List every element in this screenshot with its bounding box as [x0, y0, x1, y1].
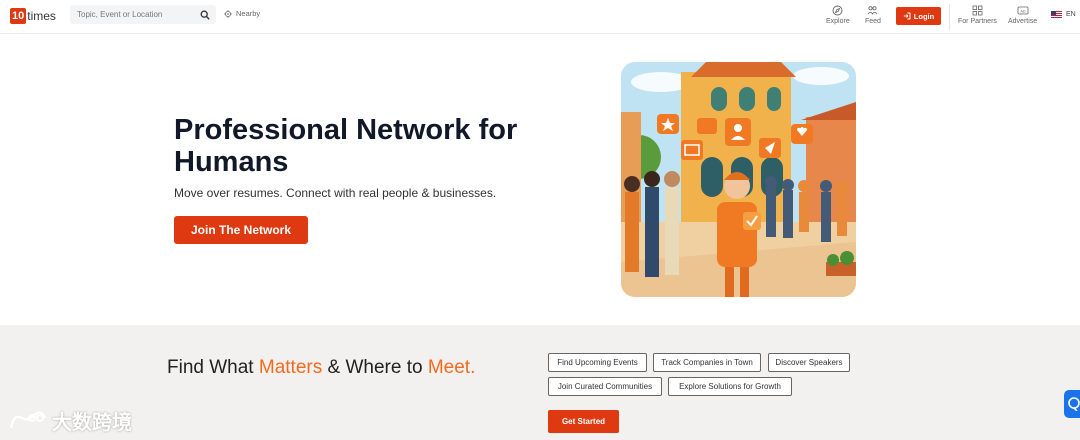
site-logo[interactable]: 10 times [10, 7, 56, 25]
nav-explore[interactable]: Explore [826, 5, 850, 25]
nav-advertise[interactable]: AD Advertise [1008, 5, 1037, 25]
login-arrow-icon [903, 12, 911, 20]
ad-icon: AD [1017, 6, 1028, 15]
language-label: EN [1066, 11, 1076, 18]
top-navbar: 10 times Nearby Explore Feed Login For P… [0, 0, 1080, 34]
logo-badge: 10 [10, 8, 27, 24]
hero-illustration [621, 62, 856, 297]
login-label: Login [913, 11, 935, 21]
chip-find-upcoming-events[interactable]: Find Upcoming Events [548, 353, 647, 372]
nav-feed[interactable]: Feed [865, 5, 881, 25]
discover-title-accent1: Matters [258, 357, 323, 378]
discover-title-part1: Find What [167, 357, 259, 378]
chip-explore-solutions[interactable]: Explore Solutions for Growth [668, 377, 792, 396]
search-icon[interactable] [197, 7, 212, 22]
chip-track-companies[interactable]: Track Companies in Town [653, 353, 761, 372]
nearby-label: Nearby [236, 9, 261, 18]
location-target-icon [224, 9, 232, 18]
chip-discover-speakers[interactable]: Discover Speakers [768, 353, 850, 372]
hero-title: Professional Network for Humans [174, 114, 518, 178]
chat-bubble-icon [1068, 397, 1080, 411]
discover-title-part2: & Where to [322, 357, 428, 378]
language-selector[interactable]: EN [1051, 11, 1076, 18]
nav-explore-label: Explore [826, 18, 850, 25]
discover-title: Find What Matters & Where to Meet. [167, 357, 475, 379]
chip-join-communities[interactable]: Join Curated Communities [548, 377, 662, 396]
discover-section [0, 325, 1080, 440]
join-network-button[interactable]: Join The Network [174, 216, 308, 244]
svg-text:AD: AD [1020, 9, 1025, 13]
logo-text: times [27, 9, 56, 23]
discover-title-accent2: Meet. [427, 357, 476, 378]
hero-subtitle: Move over resumes. Connect with real peo… [174, 186, 497, 200]
nav-divider [949, 4, 950, 30]
us-flag-icon [1051, 11, 1062, 18]
login-button[interactable]: Login [896, 7, 941, 25]
nav-advertise-label: Advertise [1008, 18, 1038, 25]
grid-icon [972, 5, 983, 16]
nav-partners-label: For Partners [958, 18, 997, 25]
people-icon [868, 6, 878, 15]
search-box [70, 5, 216, 24]
chat-widget-button[interactable] [1064, 390, 1080, 418]
nav-for-partners[interactable]: For Partners [958, 5, 997, 25]
search-input[interactable] [70, 5, 192, 24]
nearby-button[interactable]: Nearby [224, 9, 260, 18]
watermark: 大数跨境 [8, 406, 132, 435]
compass-icon [832, 5, 843, 16]
get-started-button[interactable]: Get Started [548, 410, 619, 433]
watermark-logo-icon [9, 411, 47, 428]
watermark-text: 大数跨境 [52, 412, 132, 434]
nav-feed-label: Feed [865, 18, 881, 25]
